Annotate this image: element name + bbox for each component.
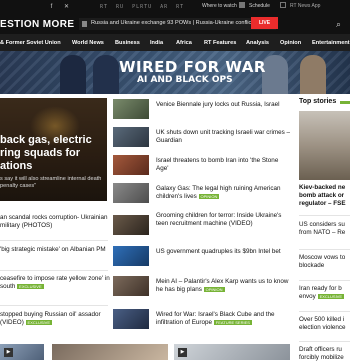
heading-accent xyxy=(340,101,350,104)
story-thumbnail[interactable] xyxy=(174,344,290,360)
nav-item-entertainment[interactable]: Entertainment xyxy=(312,40,350,46)
top-bar: RT RU PLRTU AR RT f ✕ Where to watch Schedul… xyxy=(0,0,350,34)
list-item[interactable]: UK shuts down unit tracking Israeli war … xyxy=(156,129,291,145)
nav-item-india[interactable]: India xyxy=(150,40,163,46)
banner-title: WIRED FOR WAR xyxy=(119,58,266,76)
story-thumbnail[interactable] xyxy=(113,276,149,296)
exclusive-tag: EXCLUSIVE xyxy=(17,283,44,289)
nav-item-africa[interactable]: Africa xyxy=(176,40,192,46)
nav-item-rt-features[interactable]: RT Features xyxy=(204,40,236,46)
list-item[interactable]: ceasefire to impose rate yellow zone' in… xyxy=(0,275,110,291)
list-item[interactable]: stopped buying Russian oil' assador (VID… xyxy=(0,311,110,327)
language-link[interactable]: RT xyxy=(176,4,184,10)
divider xyxy=(0,270,108,271)
story-thumbnail[interactable] xyxy=(113,215,149,235)
language-link[interactable]: RU xyxy=(116,4,124,10)
list-item[interactable]: Wired for War: Israel's Black Cube and t… xyxy=(156,311,291,327)
top-story-image[interactable] xyxy=(299,111,350,180)
schedule-link[interactable]: Schedule xyxy=(249,3,270,9)
divider xyxy=(0,305,108,306)
list-item[interactable]: Galaxy Gas: The legal high ruining Ameri… xyxy=(156,185,291,201)
story-headline[interactable]: Grooming children for terror: Inside Ukr… xyxy=(156,212,281,227)
divider xyxy=(299,215,350,216)
story-thumbnail[interactable] xyxy=(113,127,149,147)
top-stories-heading: Top stories xyxy=(299,98,337,105)
news-ticker[interactable]: Russia and Ukraine exchange 93 POWs | Ru… xyxy=(79,18,276,30)
opinion-tag: OPINION xyxy=(198,193,220,199)
divider xyxy=(0,240,108,241)
story-headline[interactable]: UK shuts down unit tracking Israeli war … xyxy=(156,129,290,144)
hero-title[interactable]: back gas, electric ring squads for ation… xyxy=(0,134,106,173)
promo-banner[interactable]: WIRED FOR WAR AI AND BLACK OPS xyxy=(0,51,350,94)
exclusive-tag: EXCLUSIVE xyxy=(25,319,52,325)
where-to-watch-link[interactable]: Where to watch xyxy=(202,3,237,9)
divider xyxy=(299,249,350,250)
story-headline[interactable]: Over 500 killed i election violence xyxy=(299,316,346,331)
story-headline[interactable]: 'big strategic mistake' on Albanian PM xyxy=(0,246,106,253)
list-item[interactable]: Over 500 killed i election violence xyxy=(299,316,350,332)
story-headline[interactable]: US government quadruples its $9bn Intel … xyxy=(156,248,281,255)
list-item[interactable]: Iran ready for b envoy EXCLUSIVE xyxy=(299,285,350,301)
app-icon xyxy=(280,2,286,8)
exclusive-tag: EXCLUSIVE xyxy=(317,293,345,299)
list-item[interactable]: 'big strategic mistake' on Albanian PM xyxy=(0,246,110,254)
nav-item-world-news[interactable]: World News xyxy=(72,40,104,46)
x-icon[interactable]: ✕ xyxy=(63,4,70,11)
feature-series-tag: FEATURE SERIES xyxy=(213,319,252,325)
list-item[interactable]: Venice Biennale jury locks out Russia, I… xyxy=(156,101,291,109)
nav-item-business[interactable]: Business xyxy=(115,40,140,46)
flag-icon xyxy=(82,21,87,27)
search-icon[interactable]: ⌕ xyxy=(336,19,346,29)
story-thumbnail[interactable] xyxy=(52,344,168,360)
app-link[interactable]: RT News App xyxy=(290,3,320,9)
language-links: RT RU PLRTU AR RT xyxy=(100,4,192,10)
banner-figure xyxy=(93,55,119,94)
nav-item-former-soviet-union[interactable]: & Former Soviet Union xyxy=(0,40,61,46)
divider xyxy=(299,341,350,342)
list-item[interactable]: Moscow vows to blockade xyxy=(299,254,350,270)
story-thumbnail[interactable] xyxy=(113,246,149,266)
hero-story[interactable]: back gas, electric ring squads for ation… xyxy=(0,98,107,201)
list-item[interactable]: US considers su from NATO – Re xyxy=(299,221,350,237)
divider xyxy=(299,280,350,281)
facebook-icon[interactable]: f xyxy=(48,4,55,11)
hero-summary: s say it will also streamline internal d… xyxy=(0,176,102,189)
opinion-tag: OPINION xyxy=(203,286,225,292)
list-item[interactable]: Kiev-backed ne bomb attack or regulator … xyxy=(299,184,350,208)
live-button[interactable]: LIVE xyxy=(251,17,278,29)
story-thumbnail[interactable] xyxy=(113,155,149,175)
banner-subtitle: AI AND BLACK OPS xyxy=(137,75,233,85)
nav-item-opinion[interactable]: Opinion xyxy=(280,40,301,46)
story-headline[interactable]: Kiev-backed ne bomb attack or regulator … xyxy=(299,184,346,207)
banner-figure xyxy=(60,55,86,94)
list-item[interactable]: US government quadruples its $9bn Intel … xyxy=(156,248,291,256)
story-headline[interactable]: Israel threatens to bomb Iran into 'the … xyxy=(156,157,278,172)
list-item[interactable]: Israel threatens to bomb Iran into 'the … xyxy=(156,157,291,173)
story-headline[interactable]: US considers su from NATO – Re xyxy=(299,221,345,236)
language-link[interactable]: PLRTU xyxy=(132,4,152,10)
play-icon: ▶ xyxy=(178,348,187,357)
story-headline[interactable]: Moscow vows to blockade xyxy=(299,254,345,269)
site-brand[interactable]: ESTION MORE xyxy=(0,19,74,30)
story-headline[interactable]: Draft officers ru forcibly mobilize xyxy=(299,346,344,361)
story-thumbnail[interactable] xyxy=(113,183,149,203)
banner-figure xyxy=(300,55,326,94)
ticker-text[interactable]: Russia and Ukraine exchange 93 POWs | Ru… xyxy=(91,20,253,26)
story-thumbnail[interactable] xyxy=(113,99,149,119)
language-link[interactable]: RT xyxy=(100,4,108,10)
language-link[interactable]: AR xyxy=(160,4,168,10)
story-thumbnail[interactable] xyxy=(113,309,149,329)
list-item[interactable]: Mein AI – Palantir's Alex Karp wants us … xyxy=(156,278,291,294)
main-nav: & Former Soviet Union World News Busines… xyxy=(0,34,350,51)
list-item[interactable]: an scandal rocks corruption- Ukrainian m… xyxy=(0,214,110,230)
schedule-icon xyxy=(239,2,245,8)
nav-item-analysis[interactable]: Analysis xyxy=(246,40,269,46)
divider xyxy=(299,311,350,312)
play-icon: ▶ xyxy=(4,348,13,357)
list-item[interactable]: Grooming children for terror: Inside Ukr… xyxy=(156,212,291,228)
story-headline[interactable]: an scandal rocks corruption- Ukrainian m… xyxy=(0,214,107,229)
story-headline[interactable]: Venice Biennale jury locks out Russia, I… xyxy=(156,101,280,108)
